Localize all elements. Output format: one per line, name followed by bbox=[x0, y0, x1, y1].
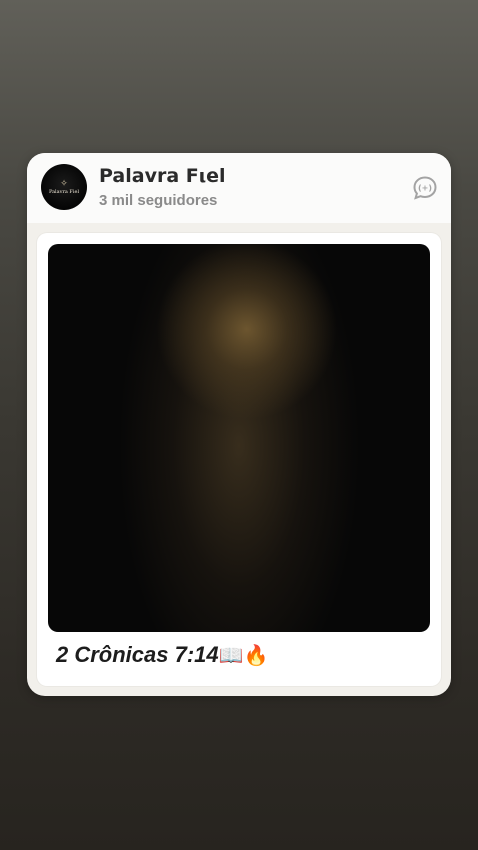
follower-count: 3 mil seguidores bbox=[99, 192, 218, 209]
post-caption: 2 Crônicas 7:14📖🔥 bbox=[56, 642, 268, 668]
channel-post-card[interactable]: ✧ Palavra Fiel Palavra Fιel 3 mil seguid… bbox=[27, 153, 451, 696]
post-header: ✧ Palavra Fiel Palavra Fιel 3 mil seguid… bbox=[27, 153, 451, 223]
svg-text:(+): (+) bbox=[418, 184, 432, 193]
open-book-icon: ✧ bbox=[60, 178, 68, 189]
avatar-logo-text: Palavra Fiel bbox=[48, 188, 80, 195]
post-image[interactable] bbox=[48, 244, 430, 632]
media-container: 2 Crônicas 7:14📖🔥 bbox=[37, 233, 441, 686]
channel-name[interactable]: Palavra Fιel bbox=[99, 165, 226, 187]
channel-avatar[interactable]: ✧ Palavra Fiel bbox=[41, 164, 87, 210]
chat-bubble-icon[interactable]: (+) bbox=[412, 175, 438, 201]
story-screen: ✧ Palavra Fiel Palavra Fιel 3 mil seguid… bbox=[0, 0, 478, 850]
caption-emojis: 📖🔥 bbox=[218, 643, 269, 667]
caption-text: 2 Crônicas 7:14 bbox=[56, 642, 219, 667]
